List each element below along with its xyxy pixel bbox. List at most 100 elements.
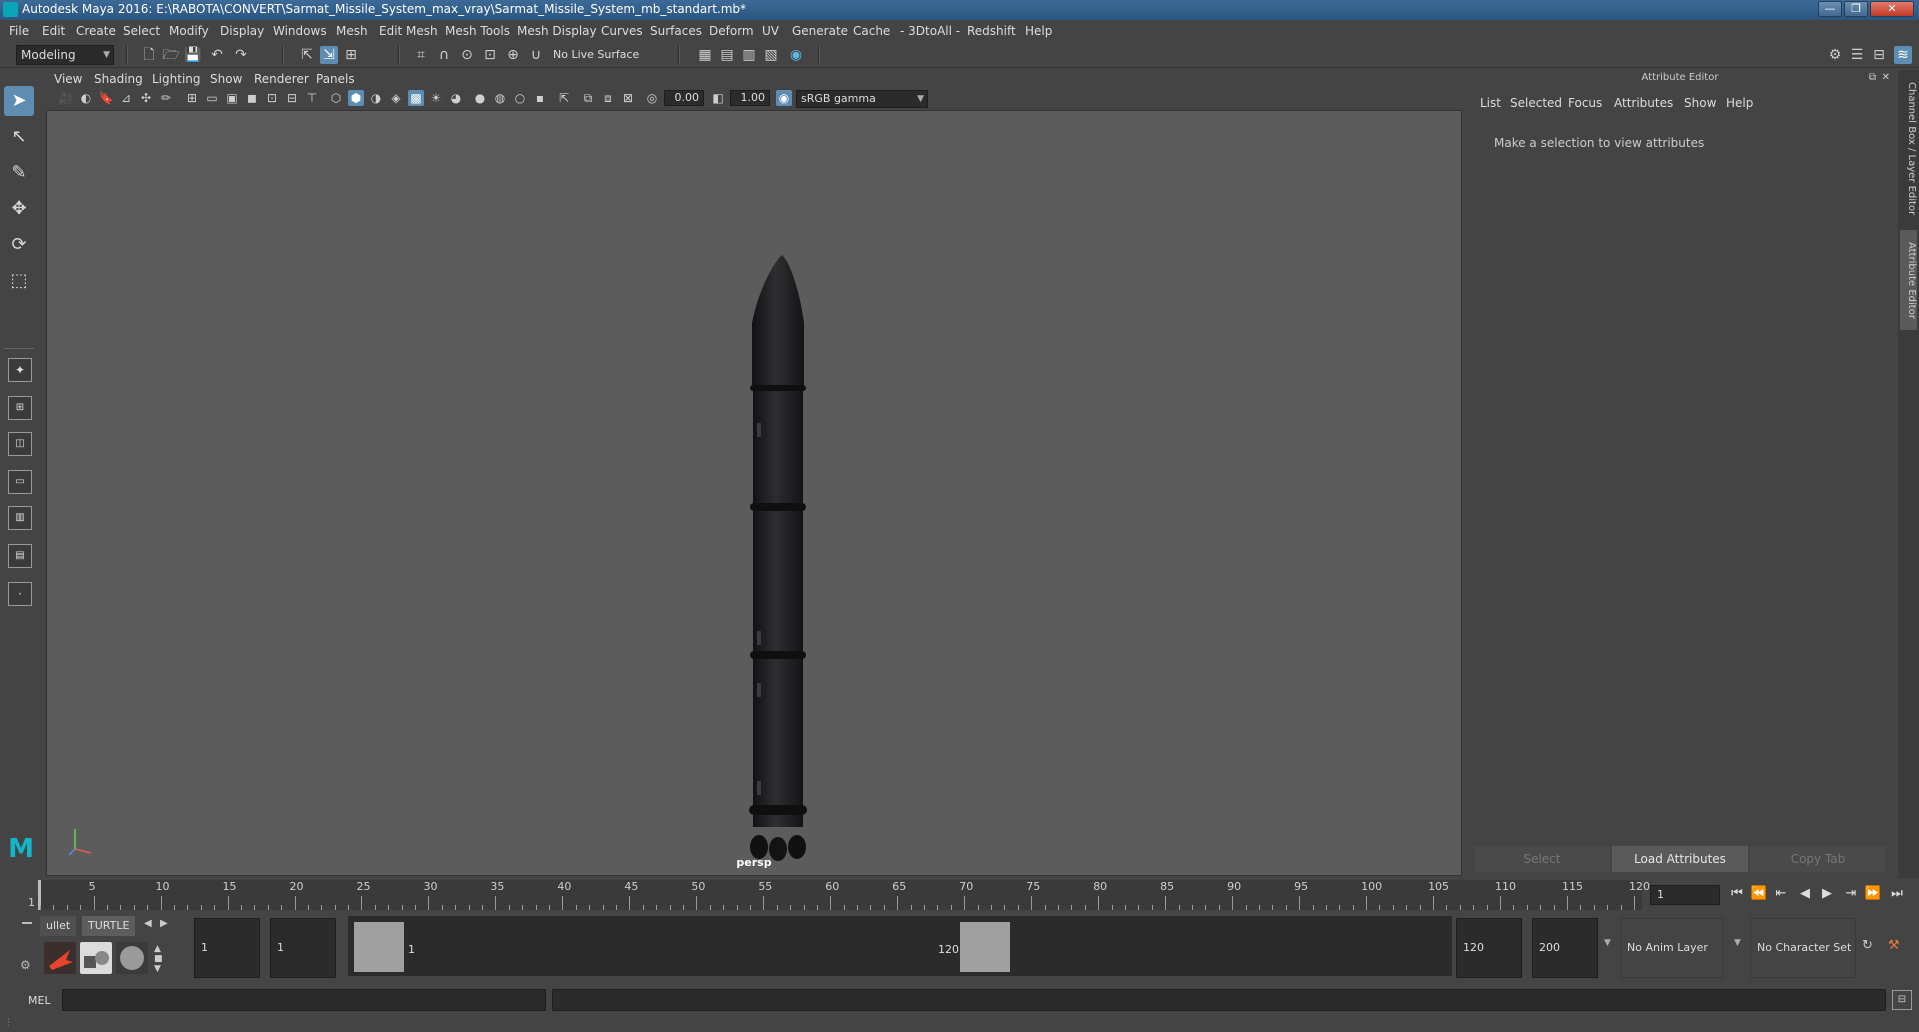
wireframe-on-shaded-icon[interactable]: ◈ xyxy=(388,90,404,106)
chevron-down-icon[interactable]: ▼ xyxy=(1734,938,1741,948)
ae-menu-show[interactable]: Show xyxy=(1684,96,1716,110)
ae-menu-list[interactable]: List xyxy=(1480,96,1501,110)
depth-of-field-icon[interactable]: ▪ xyxy=(532,90,548,106)
select-tool-icon[interactable]: ➤ xyxy=(4,86,34,116)
menu-curves[interactable]: Curves xyxy=(601,24,643,38)
copy-tab-button[interactable]: Copy Tab xyxy=(1750,846,1886,872)
redo-icon[interactable]: ↷ xyxy=(232,46,250,64)
camera-attributes-icon[interactable]: ◐ xyxy=(78,90,94,106)
snap-curve-icon[interactable]: ∩ xyxy=(435,46,453,64)
paint-select-tool-icon[interactable]: ✎ xyxy=(4,158,34,188)
ae-menu-help[interactable]: Help xyxy=(1726,96,1753,110)
menu-3dtoall[interactable]: - 3DtoAll - xyxy=(900,24,960,38)
menu-display[interactable]: Display xyxy=(220,24,264,38)
use-default-material-icon[interactable]: ◑ xyxy=(368,90,384,106)
load-attributes-button[interactable]: Load Attributes xyxy=(1612,846,1748,872)
attribute-editor-toggle-icon[interactable]: ☰ xyxy=(1848,46,1866,64)
snap-point-icon[interactable]: ⊙ xyxy=(458,46,476,64)
outliner-layout-icon[interactable]: ▭ xyxy=(8,470,32,494)
field-chart-icon[interactable]: ⊡ xyxy=(264,90,280,106)
xray-components-icon[interactable]: ⊠ xyxy=(620,90,636,106)
more-layouts-icon[interactable]: · xyxy=(8,582,32,606)
anti-aliasing-icon[interactable]: ○ xyxy=(512,90,528,106)
menu-edit[interactable]: Edit xyxy=(42,24,65,38)
bookmark-icon[interactable]: 🔖 xyxy=(98,90,114,106)
exposure-icon[interactable]: ◎ xyxy=(644,90,660,106)
menu-redshift[interactable]: Redshift xyxy=(967,24,1016,38)
ae-menu-focus[interactable]: Focus xyxy=(1568,96,1602,110)
step-back-icon[interactable]: ⏪ xyxy=(1750,886,1768,902)
menu-modify[interactable]: Modify xyxy=(169,24,209,38)
step-forward-icon[interactable]: ⏩ xyxy=(1864,886,1882,902)
panel-menu-view[interactable]: View xyxy=(54,72,82,86)
play-forwards-icon[interactable]: ▶ xyxy=(1818,886,1836,902)
live-surface-label[interactable]: No Live Surface xyxy=(553,48,639,61)
range-start-handle[interactable] xyxy=(354,922,404,972)
hypershade-layout-icon[interactable]: ▤ xyxy=(8,544,32,568)
ae-menu-attributes[interactable]: Attributes xyxy=(1614,96,1673,110)
script-editor-icon[interactable]: ⊟ xyxy=(1892,990,1912,1010)
snap-view-plane-icon[interactable]: ⊡ xyxy=(481,46,499,64)
mel-command-input[interactable] xyxy=(62,989,546,1011)
shelf-tab-turtle[interactable]: TURTLE xyxy=(82,916,136,936)
two-pane-layout-icon[interactable]: ◫ xyxy=(8,432,32,456)
safe-action-icon[interactable]: ⊟ xyxy=(284,90,300,106)
menu-surfaces[interactable]: Surfaces xyxy=(650,24,702,38)
gamma-field[interactable]: 1.00 xyxy=(730,90,770,106)
anim-layer-dropdown[interactable]: No Anim Layer xyxy=(1620,918,1724,978)
screen-space-ao-icon[interactable]: ● xyxy=(472,90,488,106)
panel-menu-renderer[interactable]: Renderer xyxy=(254,72,309,86)
float-panel-icon[interactable]: ⧉ xyxy=(1869,72,1876,83)
close-button[interactable]: ✕ xyxy=(1870,1,1914,17)
render-view-icon[interactable]: ▧ xyxy=(762,46,780,64)
move-tool-icon[interactable]: ✥ xyxy=(4,194,34,224)
shelf-collapse-icon[interactable] xyxy=(22,922,32,924)
menu-mesh-display[interactable]: Mesh Display xyxy=(517,24,597,38)
step-back-key-icon[interactable]: ⇤ xyxy=(1772,886,1790,902)
ipr-render-icon[interactable]: ▥ xyxy=(740,46,758,64)
hypershade-icon[interactable]: ◉ xyxy=(787,46,805,64)
menu-select[interactable]: Select xyxy=(123,24,160,38)
current-frame-field[interactable]: 1 xyxy=(1650,885,1720,905)
save-scene-icon[interactable]: 💾 xyxy=(184,46,202,64)
shelf-scroll-left-icon[interactable]: ◀ xyxy=(144,918,152,929)
range-end-handle[interactable] xyxy=(960,922,1010,972)
play-backwards-icon[interactable]: ◀ xyxy=(1796,886,1814,902)
color-management-icon[interactable]: ◉ xyxy=(776,90,792,106)
chevron-down-icon[interactable]: ▼ xyxy=(1604,938,1611,948)
character-set-dropdown[interactable]: No Character Set xyxy=(1750,918,1856,978)
animation-preferences-icon[interactable]: ⚒ xyxy=(1888,938,1900,953)
time-slider-track[interactable]: 1 5 10 15 20 25 30 35 40 45 50 55 60 65 70 75 80 85 90 95 1… xyxy=(28,880,1650,910)
single-perspective-layout-icon[interactable]: ✦ xyxy=(8,358,32,382)
menu-uv[interactable]: UV xyxy=(762,24,779,38)
rotate-tool-icon[interactable]: ⟳ xyxy=(4,230,34,260)
mel-language-toggle[interactable]: MEL xyxy=(28,994,51,1007)
open-scene-icon[interactable]: 🗁 xyxy=(162,46,180,64)
safe-title-icon[interactable]: ⊤ xyxy=(304,90,320,106)
shelf-scroll-right-icon[interactable]: ▶ xyxy=(160,918,168,929)
auto-key-icon[interactable]: ↻ xyxy=(1862,938,1873,953)
menu-windows[interactable]: Windows xyxy=(273,24,327,38)
animation-start-field[interactable]: 1 xyxy=(194,918,260,978)
new-scene-icon[interactable]: 🗋 xyxy=(140,46,158,64)
turtle-render-icon[interactable] xyxy=(44,942,76,974)
textured-icon[interactable]: ▩ xyxy=(408,90,424,106)
film-gate-icon[interactable]: ▭ xyxy=(204,90,220,106)
panel-menu-show[interactable]: Show xyxy=(210,72,242,86)
isolate-select-icon[interactable]: ⇱ xyxy=(556,90,572,106)
menu-file[interactable]: File xyxy=(9,24,29,38)
menu-help[interactable]: Help xyxy=(1025,24,1052,38)
channel-box-toggle-icon[interactable]: ≋ xyxy=(1894,46,1912,64)
2d-pan-zoom-icon[interactable]: ✣ xyxy=(138,90,154,106)
render-settings-icon[interactable]: ▦ xyxy=(696,46,714,64)
maximize-button[interactable]: ❐ xyxy=(1844,1,1868,17)
panel-menu-lighting[interactable]: Lighting xyxy=(152,72,201,86)
lasso-tool-icon[interactable]: ↖ xyxy=(4,122,34,152)
ae-menu-selected[interactable]: Selected xyxy=(1510,96,1562,110)
tool-settings-icon[interactable]: ⊟ xyxy=(1870,46,1888,64)
graph-layout-icon[interactable]: ▥ xyxy=(8,506,32,530)
menuset-dropdown[interactable]: Modeling ▼ xyxy=(16,45,114,65)
go-to-end-icon[interactable]: ⏭ xyxy=(1888,886,1906,902)
menu-deform[interactable]: Deform xyxy=(709,24,754,38)
close-panel-icon[interactable]: ✕ xyxy=(1882,72,1890,83)
